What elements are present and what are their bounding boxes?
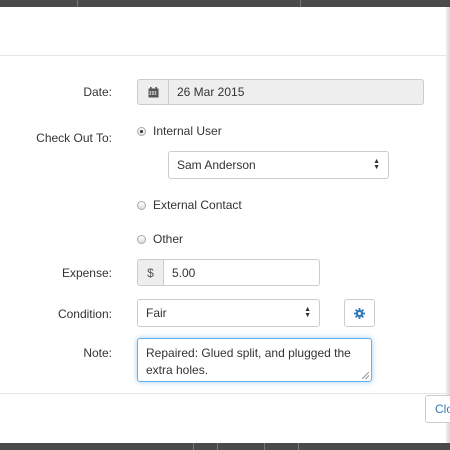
radio-other[interactable]: Other <box>137 232 183 246</box>
condition-label: Condition: <box>57 307 112 321</box>
select-arrows-icon: ▲ ▼ <box>373 158 380 171</box>
gear-icon <box>354 307 365 319</box>
radio-button[interactable] <box>137 234 146 244</box>
note-textarea[interactable]: Repaired: Glued split, and plugged the e… <box>137 338 372 382</box>
expense-label: Expense: <box>61 266 112 280</box>
condition-settings-button[interactable] <box>344 299 375 327</box>
window-bottom-bar <box>0 443 450 450</box>
select-arrows-icon: ▲ ▼ <box>304 306 311 319</box>
user-select[interactable]: Sam Anderson ▲ ▼ <box>168 151 389 179</box>
calendar-icon <box>148 86 158 97</box>
expense-input[interactable]: 5.00 <box>163 259 320 286</box>
window-top-bar <box>0 0 450 7</box>
date-field[interactable]: 26 Mar 2015 <box>168 79 424 105</box>
date-value: 26 Mar 2015 <box>177 85 245 99</box>
radio-label-internal-user: Internal User <box>153 124 222 138</box>
radio-external-contact[interactable]: External Contact <box>137 198 242 212</box>
modal-footer-divider <box>0 393 446 394</box>
check-out-to-label: Check Out To: <box>36 131 112 145</box>
date-addon[interactable] <box>137 79 169 105</box>
radio-button[interactable] <box>137 126 146 136</box>
user-select-value: Sam Anderson <box>177 158 256 172</box>
expense-value: 5.00 <box>172 265 196 280</box>
window-edge <box>446 7 450 443</box>
resize-handle[interactable] <box>362 372 369 379</box>
condition-select[interactable]: Fair ▲ ▼ <box>137 299 320 327</box>
radio-button[interactable] <box>137 200 146 210</box>
date-label: Date: <box>83 85 112 99</box>
condition-value: Fair <box>146 306 167 320</box>
note-label: Note: <box>83 346 112 360</box>
currency-addon: $ <box>137 259 164 286</box>
close-button[interactable]: Close <box>425 395 450 423</box>
note-text: Repaired: Glued split, and plugged the e… <box>146 346 351 377</box>
currency-symbol: $ <box>147 265 154 280</box>
modal-header-divider <box>0 55 446 56</box>
radio-internal-user[interactable]: Internal User <box>137 124 222 138</box>
radio-label-external-contact: External Contact <box>153 198 242 212</box>
radio-label-other: Other <box>153 232 184 246</box>
